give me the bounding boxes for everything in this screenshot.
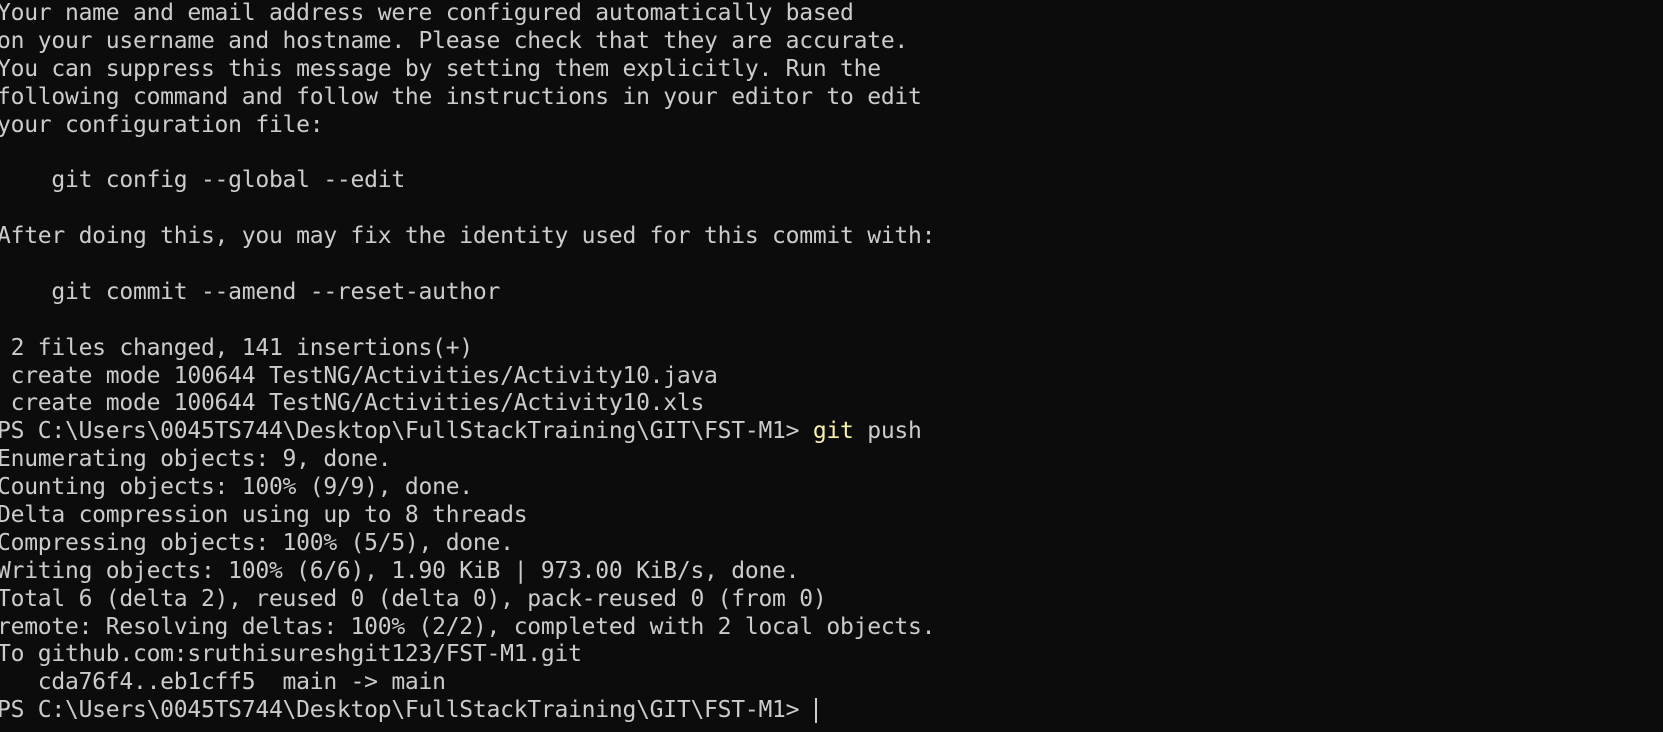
output-line: 2 files changed, 141 insertions(+) xyxy=(0,334,474,361)
output-line: Counting objects: 100% (9/9), done. xyxy=(0,474,473,501)
output-line: You can suppress this message by setting… xyxy=(0,55,881,82)
command-args: push xyxy=(853,418,922,445)
command-verb: git xyxy=(812,418,854,445)
output-line: Total 6 (delta 2), reused 0 (delta 0), p… xyxy=(0,585,827,612)
output-line: git config --global --edit xyxy=(0,167,405,194)
output-line: on your username and hostname. Please ch… xyxy=(0,27,909,54)
output-line: To github.com:sruthisureshgit123/FST-M1.… xyxy=(0,641,582,668)
output-line: Your name and email address were configu… xyxy=(0,0,854,26)
shell-prompt: PS C:\Users\0045TS744\Desktop\FullStackT… xyxy=(0,418,813,445)
output-line: Writing objects: 100% (6/6), 1.90 KiB | … xyxy=(0,557,800,584)
output-line: Enumerating objects: 9, done. xyxy=(0,446,392,473)
output-line: cda76f4..eb1cff5 main -> main xyxy=(0,669,446,696)
output-line: After doing this, you may fix the identi… xyxy=(0,223,936,250)
output-line: git commit --amend --reset-author xyxy=(0,278,501,305)
output-line: following command and follow the instruc… xyxy=(0,83,922,110)
output-line: your configuration file: xyxy=(0,111,324,138)
output-line: Compressing objects: 100% (5/5), done. xyxy=(0,529,514,556)
shell-prompt: PS C:\Users\0045TS744\Desktop\FullStackT… xyxy=(0,697,813,724)
output-line: Delta compression using up to 8 threads xyxy=(0,502,528,529)
output-line: create mode 100644 TestNG/Activities/Act… xyxy=(0,362,718,389)
output-line: remote: Resolving deltas: 100% (2/2), co… xyxy=(0,613,936,640)
terminal-window[interactable]: Your name and email address were configu… xyxy=(0,0,1663,732)
active-prompt-line[interactable]: PS C:\Users\0045TS744\Desktop\FullStackT… xyxy=(0,697,1663,725)
text-cursor[interactable] xyxy=(814,698,817,724)
output-line: create mode 100644 TestNG/Activities/Act… xyxy=(0,390,705,417)
command-line: PS C:\Users\0045TS744\Desktop\FullStackT… xyxy=(0,418,1663,446)
